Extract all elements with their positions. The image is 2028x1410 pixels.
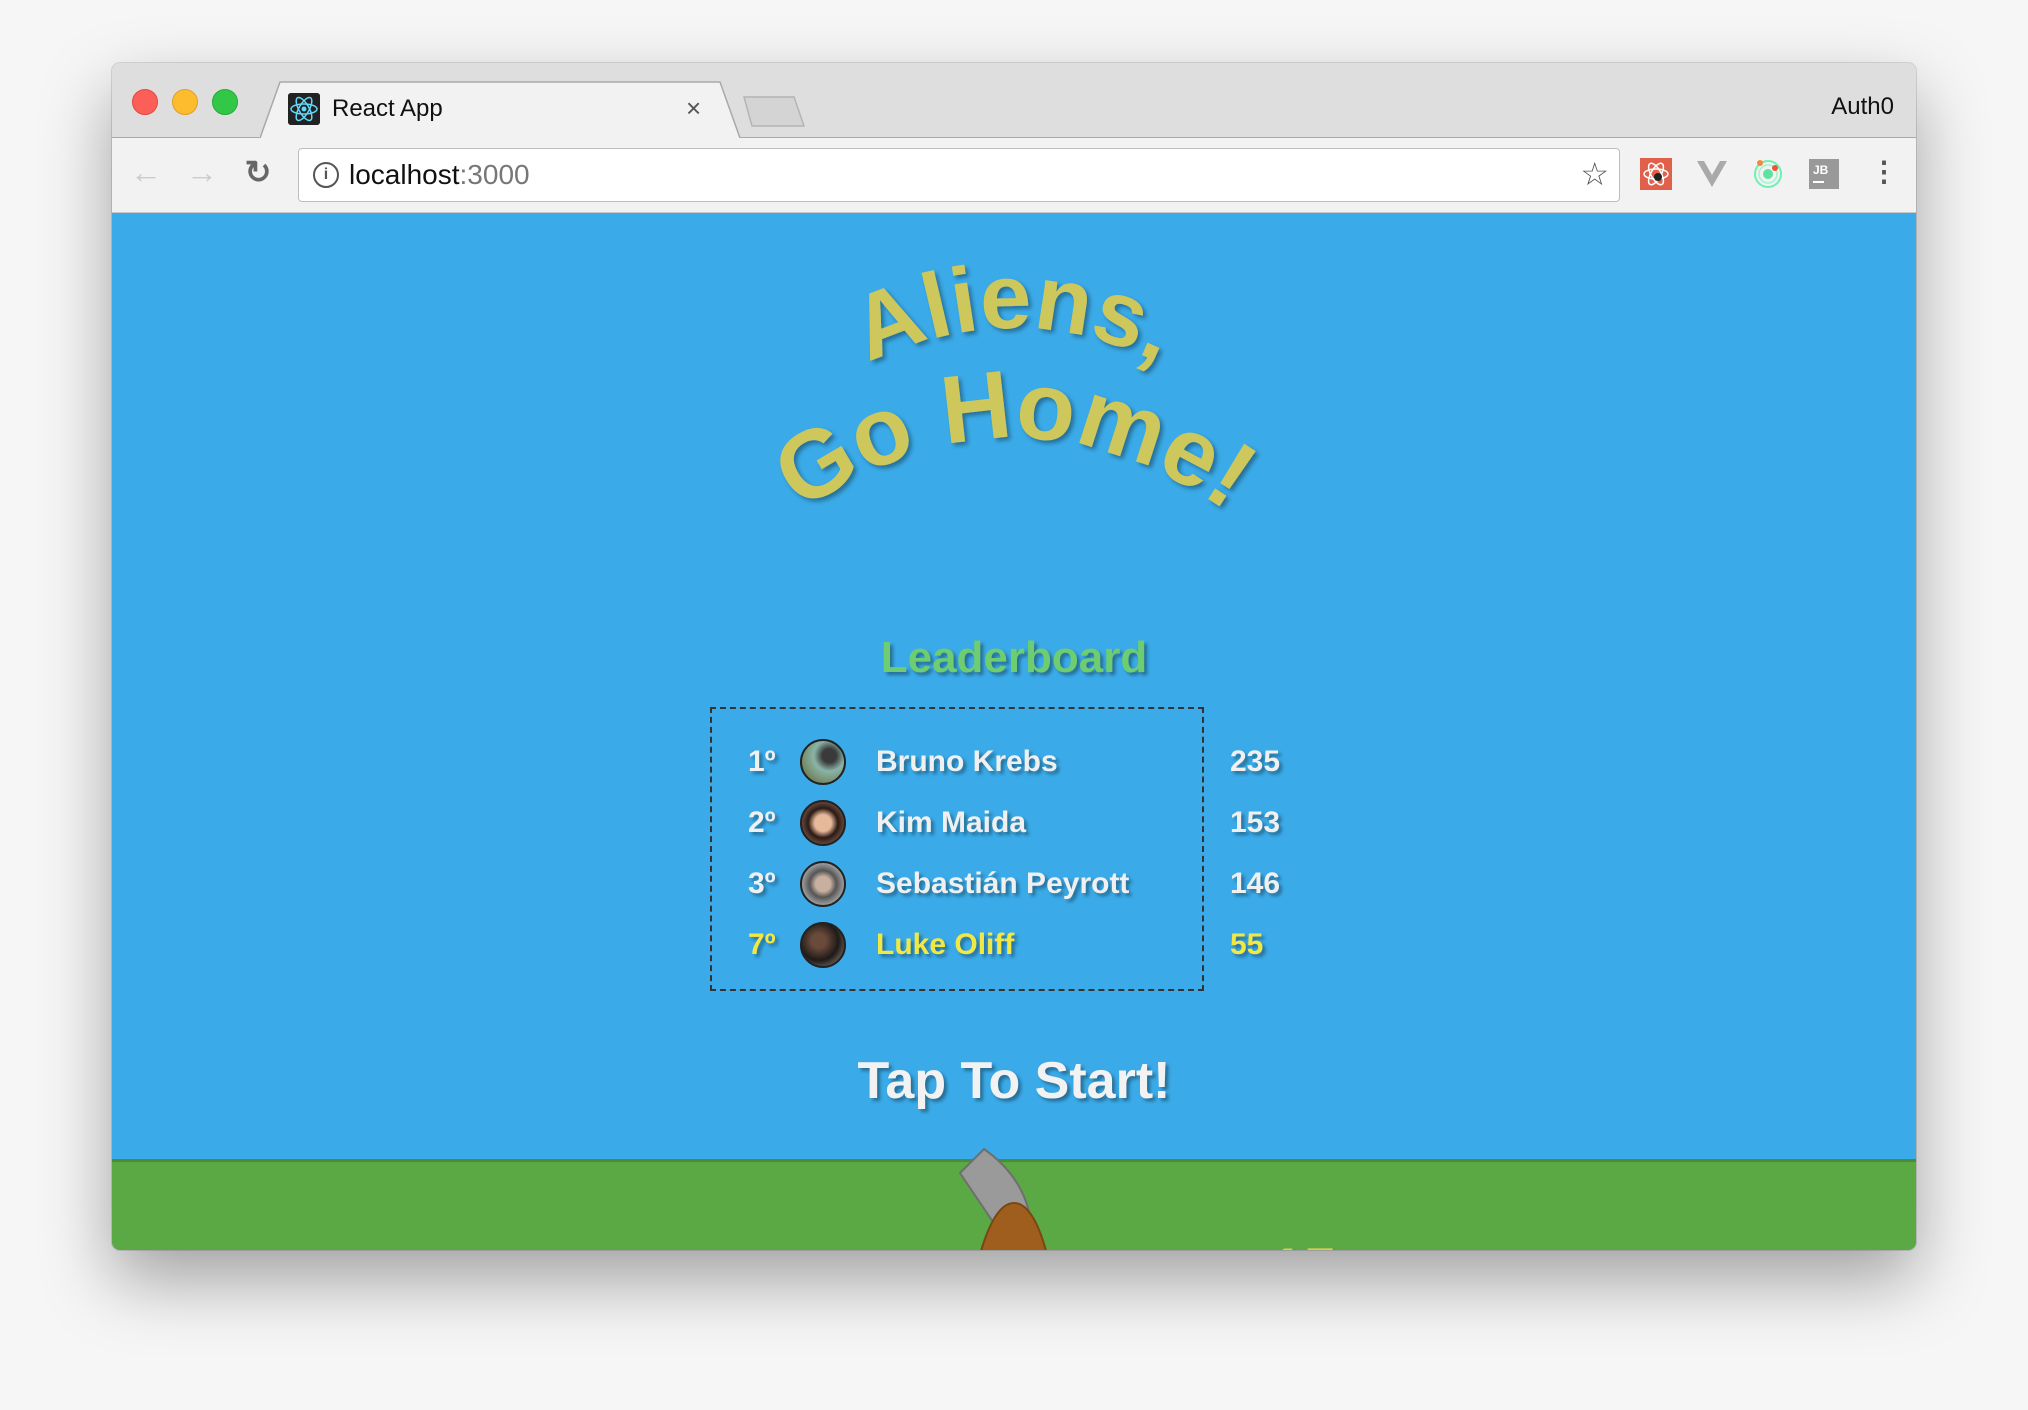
maximize-window-button[interactable] — [212, 89, 238, 115]
back-icon[interactable]: ← — [126, 152, 166, 192]
player-score: 55 — [1230, 928, 1264, 961]
rank: 3º — [748, 867, 776, 900]
browser-window: React App × Auth0 ← → ↻ i localhost:3000… — [112, 63, 1916, 1250]
rank: 1º — [748, 745, 776, 778]
react-devtools-icon[interactable] — [1640, 158, 1672, 190]
game-canvas[interactable]: Aliens, Go Home! Leaderboard 1º Bruno Kr… — [112, 213, 1916, 1250]
avatar — [800, 739, 846, 785]
avatar — [800, 922, 846, 968]
player-name: Sebastián Peyrott — [876, 867, 1130, 900]
leaderboard-row: 2º Kim Maida 153 — [712, 796, 1280, 852]
player-name: Kim Maida — [876, 806, 1027, 839]
bookmark-star-icon[interactable]: ☆ — [1580, 155, 1609, 193]
leaderboard-title: Leaderboard — [880, 633, 1148, 682]
tab-bar: React App × Auth0 — [112, 63, 1916, 138]
react-icon — [288, 93, 320, 125]
leaderboard-row: 3º Sebastián Peyrott 146 — [712, 857, 1280, 913]
leaderboard: 1º Bruno Krebs 235 2º Kim Maida 153 3º S… — [710, 707, 1280, 991]
minimize-window-button[interactable] — [172, 89, 198, 115]
rank: 2º — [748, 806, 776, 839]
ionic-icon[interactable] — [1752, 158, 1784, 190]
reload-icon[interactable]: ↻ — [238, 152, 278, 192]
cannon — [958, 1147, 1047, 1250]
player-score: 235 — [1230, 745, 1281, 778]
toolbar: ← → ↻ i localhost:3000 ☆ JB ⋮ — [112, 138, 1916, 213]
profile-name[interactable]: Auth0 — [1831, 93, 1894, 121]
leaderboard-row: 1º Bruno Krebs 235 — [712, 735, 1280, 791]
current-score: 15 — [1270, 1235, 1337, 1250]
player-score: 153 — [1230, 806, 1281, 839]
url-host: localhost — [349, 159, 460, 190]
new-tab-button[interactable] — [742, 95, 806, 127]
game-title: Aliens, Go Home! — [756, 245, 1274, 530]
player-name: Luke Oliff — [876, 928, 1015, 961]
menu-icon[interactable]: ⋮ — [1864, 152, 1904, 192]
address-bar[interactable]: i localhost:3000 ☆ — [298, 148, 1620, 202]
vue-devtools-icon[interactable] — [1696, 158, 1728, 190]
jetbrains-icon[interactable]: JB — [1808, 158, 1840, 190]
leaderboard-row-current-player: 7º Luke Oliff 55 — [712, 918, 1263, 974]
close-window-button[interactable] — [132, 89, 158, 115]
url-text[interactable]: localhost:3000 — [349, 159, 530, 191]
player-score: 146 — [1230, 867, 1281, 900]
info-icon[interactable]: i — [313, 162, 339, 188]
tab-title: React App — [332, 95, 443, 122]
rank: 7º — [748, 928, 776, 961]
svg-text:JB: JB — [1813, 163, 1829, 177]
avatar — [800, 800, 846, 846]
close-tab-icon[interactable]: × — [686, 93, 701, 124]
title-line-1: Aliens, — [839, 245, 1193, 381]
title-line-2: Go Home! — [756, 351, 1274, 530]
avatar — [800, 861, 846, 907]
start-button[interactable]: Tap To Start! — [112, 1051, 1916, 1111]
player-name: Bruno Krebs — [876, 745, 1058, 778]
forward-icon[interactable]: → — [182, 152, 222, 192]
url-port: :3000 — [459, 159, 530, 190]
